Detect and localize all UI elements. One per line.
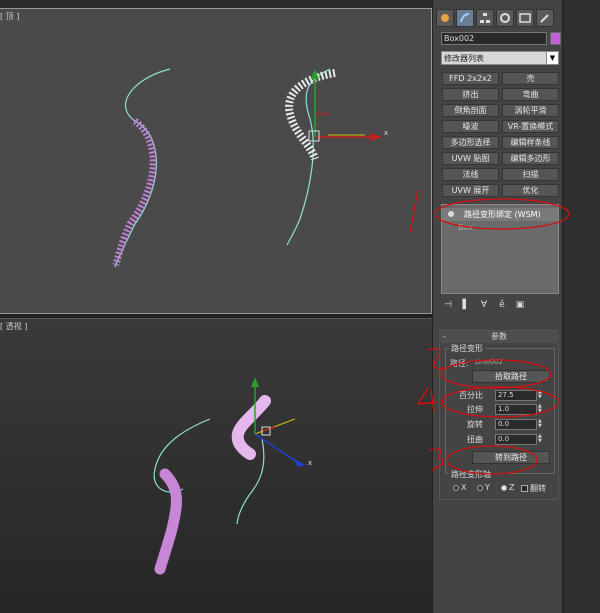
modifier-button[interactable]: 多边形选择 xyxy=(442,136,499,149)
axis-x-label-top: x xyxy=(384,129,388,137)
move-to-path-button[interactable]: 转到路径 xyxy=(472,451,550,464)
perspective-spline xyxy=(153,418,211,493)
pick-path-button[interactable]: 拾取路径 xyxy=(472,370,550,383)
modify-tab-icon[interactable] xyxy=(456,9,474,27)
modifier-button[interactable]: VR-置换模式 xyxy=(502,120,559,133)
parameters-rollout-header[interactable]: - 参数 xyxy=(439,331,559,343)
axis-x-label-perspective: x xyxy=(308,459,312,467)
flip-checkbox[interactable]: 翻转 xyxy=(521,483,546,494)
modifier-button[interactable]: 法线 xyxy=(442,168,499,181)
object-color-swatch[interactable] xyxy=(550,32,561,45)
rotation-label: 旋转 xyxy=(467,420,483,429)
perspective-box-right xyxy=(231,395,271,460)
path-label: 路径: xyxy=(450,359,469,368)
stack-item-label: 路径变形绑定 (WSM) xyxy=(464,210,541,219)
parameters-rollout-title: 参数 xyxy=(491,332,507,341)
main-toolbar xyxy=(0,0,432,8)
stretch-label: 拉伸 xyxy=(467,405,483,414)
modifier-button[interactable]: 弯曲 xyxy=(502,88,559,101)
modifier-button[interactable]: 编辑多边形 xyxy=(502,152,559,165)
axis-z-radio[interactable]: Z xyxy=(501,483,514,492)
modifier-button[interactable]: UVW 贴图 xyxy=(442,152,499,165)
lightbulb-icon[interactable] xyxy=(448,211,454,217)
viewport-perspective[interactable]: [ 透视 ] x xyxy=(0,318,432,613)
display-tab-icon[interactable] xyxy=(516,9,534,27)
utilities-tab-icon[interactable] xyxy=(536,9,554,27)
stretch-spinner[interactable]: 1.0 ▲ ▼ xyxy=(495,404,542,415)
modifier-button[interactable]: 扫描 xyxy=(502,168,559,181)
percent-label: 百分比 xyxy=(459,391,483,400)
modifier-button[interactable]: 挤出 xyxy=(442,88,499,101)
modifier-stack[interactable]: 路径变形绑定 (WSM) Box xyxy=(441,204,559,294)
modifier-button[interactable]: FFD 2x2x2 xyxy=(442,72,499,85)
motion-tab-icon[interactable] xyxy=(496,9,514,27)
hierarchy-tab-icon[interactable] xyxy=(476,9,494,27)
modifier-button[interactable]: 倒角剖面 xyxy=(442,104,499,117)
spinner-arrows-icon[interactable]: ▲ ▼ xyxy=(538,390,544,401)
viewport-top[interactable]: [ 顶 ] x xyxy=(0,8,432,314)
make-unique-icon[interactable]: ∀ xyxy=(477,299,491,311)
modifier-list-dropdown[interactable]: 修改器列表 ▼ xyxy=(441,51,559,65)
spinner-arrows-icon[interactable]: ▲ ▼ xyxy=(538,419,544,430)
create-tab-icon[interactable] xyxy=(436,9,454,27)
configure-modifier-sets-icon[interactable]: ▣ xyxy=(513,299,527,311)
modifier-button[interactable]: UVW 展开 xyxy=(442,184,499,197)
percent-spinner[interactable]: 27.5 ▲ ▼ xyxy=(495,390,542,401)
modifier-button[interactable]: 编辑样条线 xyxy=(502,136,559,149)
twist-label: 扭曲 xyxy=(467,435,483,444)
modifier-button[interactable]: 壳 xyxy=(502,72,559,85)
command-panel-tabs xyxy=(436,9,554,27)
axis-y-radio[interactable]: Y xyxy=(477,483,490,492)
chevron-down-icon[interactable]: ▼ xyxy=(546,52,558,64)
object-name-field[interactable]: Box002 xyxy=(441,32,547,45)
perspective-box-left xyxy=(154,468,182,575)
show-end-result-icon[interactable]: ▌ xyxy=(459,299,473,311)
box-mesh-left xyxy=(112,118,157,266)
stretch-value[interactable]: 1.0 xyxy=(498,405,509,413)
box-mesh-right xyxy=(285,69,336,161)
stack-item-pathdeform[interactable]: 路径变形绑定 (WSM) xyxy=(442,208,558,221)
stack-item-box[interactable]: Box xyxy=(458,223,473,232)
viewport-perspective-scene: x xyxy=(153,377,312,575)
command-panel: Box002 修改器列表 ▼ 路径变形绑定 (WSM) Box ⊣ ▌ ∀ ê … xyxy=(432,0,562,613)
remove-modifier-icon[interactable]: ê xyxy=(495,299,509,311)
spinner-arrows-icon[interactable]: ▲ ▼ xyxy=(538,404,544,415)
path-deform-group-label: 路径变形 xyxy=(449,343,485,354)
right-panel-strip xyxy=(562,0,600,613)
path-value: Line002 xyxy=(475,358,503,366)
viewport-top-scene: x xyxy=(112,68,388,268)
spinner-arrows-icon[interactable]: ▲ ▼ xyxy=(538,434,544,445)
modifier-button[interactable]: 噪波 xyxy=(442,120,499,133)
rotation-spinner[interactable]: 0.0 ▲ ▼ xyxy=(495,419,542,430)
twist-value[interactable]: 0.0 xyxy=(498,435,509,443)
axis-x-radio[interactable]: X xyxy=(453,483,466,492)
modifier-button[interactable]: 优化 xyxy=(502,184,559,197)
rotation-value[interactable]: 0.0 xyxy=(498,420,509,428)
modifier-list-label: 修改器列表 xyxy=(444,54,484,63)
percent-value[interactable]: 27.5 xyxy=(498,391,514,399)
pin-stack-icon[interactable]: ⊣ xyxy=(441,299,455,311)
modifier-button[interactable]: 涡轮平滑 xyxy=(502,104,559,117)
twist-spinner[interactable]: 0.0 ▲ ▼ xyxy=(495,434,542,445)
stack-toolbar: ⊣ ▌ ∀ ê ▣ xyxy=(441,298,559,312)
path-deform-axis-label: 路径变形轴 xyxy=(449,469,493,480)
